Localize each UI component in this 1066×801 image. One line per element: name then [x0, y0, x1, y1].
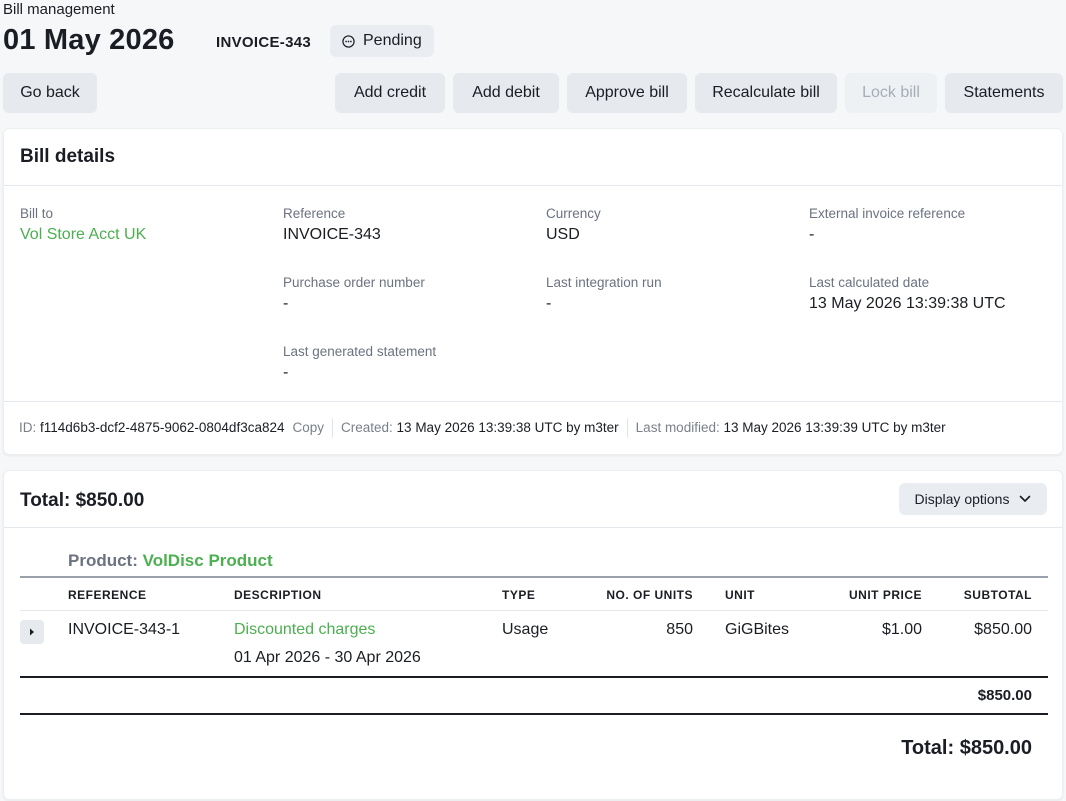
- row-unit: GiGBites: [725, 621, 790, 638]
- row-units: 850: [666, 621, 693, 638]
- meta-divider: [332, 417, 333, 438]
- purchase-order-label: Purchase order number: [283, 275, 425, 290]
- copy-id-button[interactable]: Copy: [292, 420, 324, 435]
- approve-bill-button[interactable]: Approve bill: [567, 73, 687, 113]
- purchase-order-field: Purchase order number -: [283, 275, 425, 313]
- reference-value: INVOICE-343: [283, 226, 381, 243]
- product-link[interactable]: VolDisc Product: [143, 551, 273, 570]
- col-units: NO. OF UNITS: [606, 588, 693, 602]
- col-unit-price: UNIT PRICE: [848, 588, 922, 602]
- page-title: 01 May 2026: [3, 24, 175, 56]
- modified-value: 13 May 2026 13:39:39 UTC by m3ter: [723, 420, 946, 435]
- lock-bill-button: Lock bill: [845, 73, 937, 113]
- last-statement-label: Last generated statement: [283, 344, 437, 359]
- add-debit-button[interactable]: Add debit: [453, 73, 559, 113]
- total-heading: Total: $850.00: [20, 490, 145, 511]
- row-reference: INVOICE-343-1: [68, 621, 181, 638]
- id-value: f114d6b3-dcf2-4875-9062-0804df3ca824: [40, 420, 285, 435]
- row-unit-price: $1.00: [881, 621, 922, 638]
- bill-to-link[interactable]: Vol Store Acct UK: [20, 226, 146, 244]
- caret-right-icon: [30, 628, 34, 636]
- header-row-rule: [20, 610, 1048, 611]
- currency-label: Currency: [546, 206, 601, 221]
- bill-lines-card: Total: $850.00 Display options Product: …: [3, 470, 1063, 800]
- currency-value: USD: [546, 226, 580, 243]
- last-integration-value: -: [546, 295, 552, 312]
- chevron-down-icon: [1020, 495, 1031, 502]
- add-credit-button[interactable]: Add credit: [335, 73, 445, 113]
- bill-details-header: Bill details: [4, 129, 1062, 186]
- pending-icon: [342, 34, 355, 48]
- breadcrumb[interactable]: Bill management: [3, 1, 115, 18]
- last-integration-field: Last integration run -: [546, 275, 662, 313]
- reference-field: Reference INVOICE-343: [283, 206, 381, 244]
- col-subtotal: SUBTOTAL: [963, 588, 1032, 602]
- subtotal-rule: [20, 676, 1048, 678]
- bill-to-label: Bill to: [20, 206, 54, 221]
- meta-divider: [626, 417, 628, 438]
- row-description-link[interactable]: Discounted charges: [234, 621, 375, 639]
- total-rule: [20, 713, 1048, 715]
- purchase-order-value: -: [283, 295, 289, 312]
- product-subtotal: $850.00: [977, 687, 1032, 704]
- created-value: 13 May 2026 13:39:38 UTC by m3ter: [396, 420, 619, 435]
- card-divider: [4, 527, 1062, 528]
- status-badge: Pending: [330, 25, 434, 57]
- recalculate-bill-button[interactable]: Recalculate bill: [695, 73, 837, 113]
- last-integration-label: Last integration run: [546, 275, 662, 290]
- last-statement-value: -: [283, 364, 289, 381]
- currency-field: Currency USD: [546, 206, 601, 244]
- status-label: Pending: [363, 32, 422, 49]
- modified-label: Last modified:: [635, 420, 720, 435]
- col-description: DESCRIPTION: [234, 588, 322, 602]
- bill-meta-bar: ID: f114d6b3-dcf2-4875-9062-0804df3ca824…: [4, 401, 1062, 453]
- reference-label: Reference: [283, 206, 346, 221]
- external-reference-value: -: [809, 226, 815, 243]
- col-reference: REFERENCE: [68, 588, 147, 602]
- product-rule: [20, 576, 1048, 578]
- invoice-tag: INVOICE-343: [216, 34, 311, 51]
- display-options-label: Display options: [914, 491, 1010, 507]
- product-label: Product:: [68, 551, 138, 570]
- last-statement-field: Last generated statement -: [283, 344, 436, 382]
- statements-button[interactable]: Statements: [945, 73, 1063, 113]
- external-reference-field: External invoice reference -: [809, 206, 965, 244]
- row-period: 01 Apr 2026 - 30 Apr 2026: [234, 649, 421, 666]
- bill-details-heading: Bill details: [20, 146, 116, 167]
- last-calculated-label: Last calculated date: [809, 275, 930, 290]
- row-type: Usage: [502, 621, 549, 638]
- last-calculated-field: Last calculated date 13 May 2026 13:39:3…: [809, 275, 1006, 313]
- id-label: ID:: [19, 420, 37, 435]
- last-calculated-value: 13 May 2026 13:39:38 UTC: [809, 295, 1006, 312]
- go-back-button[interactable]: Go back: [3, 73, 97, 113]
- created-label: Created:: [341, 420, 393, 435]
- grand-total: Total: $850.00: [901, 737, 1032, 759]
- col-unit: UNIT: [725, 588, 755, 602]
- row-subtotal: $850.00: [974, 621, 1032, 638]
- external-reference-label: External invoice reference: [809, 206, 966, 221]
- bill-details-card: Bill details Bill to Vol Store Acct UK R…: [3, 128, 1063, 455]
- product-heading: Product: VolDisc Product: [68, 551, 273, 571]
- bill-to-field: Bill to Vol Store Acct UK: [20, 206, 146, 244]
- col-type: TYPE: [502, 588, 536, 602]
- display-options-button[interactable]: Display options: [899, 483, 1047, 515]
- expand-row-button[interactable]: [20, 620, 44, 644]
